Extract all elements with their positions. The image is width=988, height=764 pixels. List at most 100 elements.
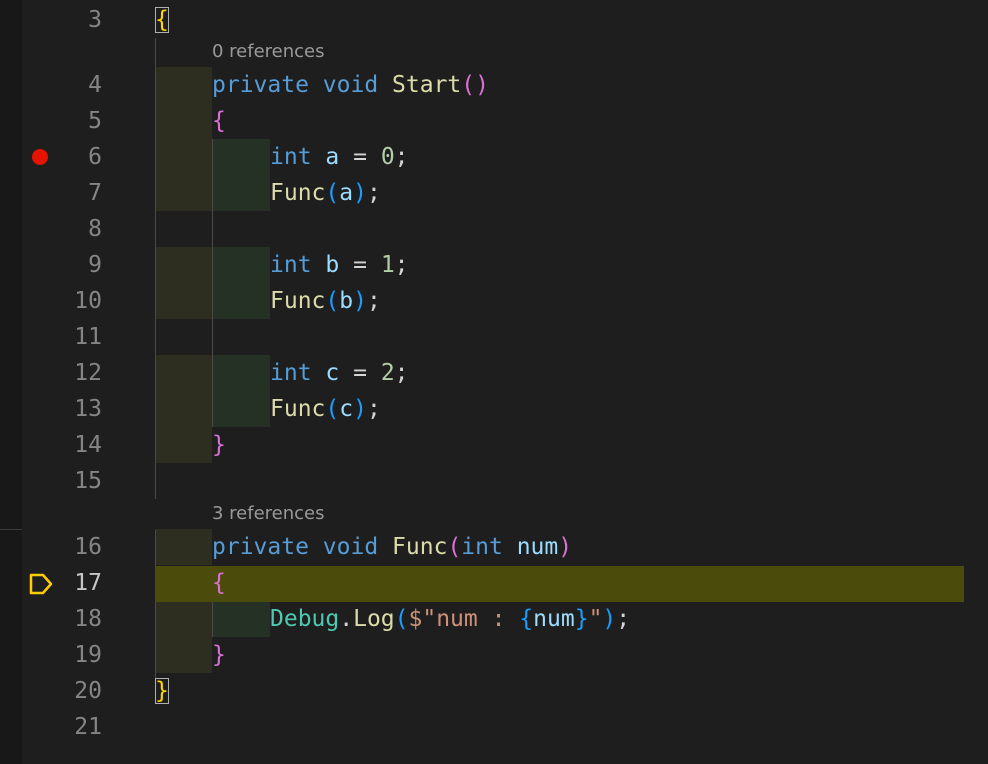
code-line[interactable]: {: [155, 2, 169, 38]
code-token: int: [270, 360, 312, 386]
code-token: }: [212, 432, 226, 458]
code-line[interactable]: Func(c);: [270, 391, 381, 427]
codelens-references[interactable]: 3 references: [212, 500, 325, 528]
code-token: (: [325, 396, 340, 422]
indent-guide-block: [155, 637, 212, 673]
code-token: ): [353, 396, 367, 422]
line-number: 7: [88, 180, 102, 206]
code-token: {: [519, 606, 534, 632]
code-token: ): [475, 72, 490, 98]
indent-guide-block: [155, 355, 212, 391]
line-number: 20: [74, 678, 102, 704]
code-line[interactable]: private void Func(int num): [212, 529, 572, 565]
code-line[interactable]: Func(a);: [270, 175, 381, 211]
line-number: 11: [74, 324, 102, 350]
line-number: 15: [74, 468, 102, 494]
code-token: (: [325, 288, 340, 314]
indent-guide-block: [212, 139, 270, 175]
indent-guide-block: [212, 601, 270, 637]
code-token: {: [155, 7, 169, 33]
code-token: .: [339, 606, 354, 632]
line-number: 8: [88, 216, 102, 242]
code-line-current[interactable]: {: [212, 565, 226, 601]
code-line[interactable]: Debug.Log($"num : {num}");: [270, 601, 630, 637]
code-line[interactable]: {: [212, 103, 226, 139]
code-token: Debug: [270, 606, 340, 632]
line-number: 3: [88, 7, 102, 33]
indent-guide-block: [155, 427, 212, 463]
code-token: b: [339, 288, 354, 314]
line-number: 19: [74, 642, 102, 668]
indent-guide-block: [212, 355, 270, 391]
indent-guide-block: [155, 67, 212, 103]
code-editor[interactable]: 3 4 5 6 7 8 9 10 11 12 13 14 15 16 17 18…: [0, 0, 988, 764]
code-token: ): [602, 606, 617, 632]
indent-guide-block: [212, 247, 270, 283]
line-number: 10: [74, 288, 102, 314]
code-token: {: [212, 570, 226, 596]
breakpoint-dot-icon[interactable]: [32, 149, 48, 165]
code-token: ;: [394, 144, 409, 170]
code-token: {: [212, 108, 226, 134]
code-token: int: [461, 534, 503, 560]
indent-guide-line: [212, 601, 213, 637]
code-token: int: [270, 144, 312, 170]
code-token: ;: [616, 606, 631, 632]
indent-guide-line: [212, 139, 213, 427]
indent-guide-block: [155, 391, 212, 427]
code-token: }: [155, 678, 169, 704]
indent-guide-block: [155, 103, 212, 139]
codelens-references[interactable]: 0 references: [212, 38, 325, 66]
code-token: ): [353, 288, 367, 314]
code-token: c: [325, 360, 340, 386]
code-token: =: [339, 360, 381, 386]
code-token: ;: [366, 396, 381, 422]
activity-strip: [0, 0, 22, 764]
indent-guide-block: [155, 283, 212, 319]
code-token: (: [325, 180, 340, 206]
code-line[interactable]: Func(b);: [270, 283, 381, 319]
code-token: Func: [270, 396, 326, 422]
code-token: (: [447, 534, 462, 560]
code-token: private: [212, 534, 309, 560]
code-line[interactable]: int a = 0;: [270, 139, 409, 175]
code-token: num: [533, 606, 575, 632]
line-number: 6: [88, 144, 102, 170]
code-token: 0: [380, 144, 395, 170]
code-token: ;: [394, 252, 409, 278]
code-token: b: [325, 252, 340, 278]
line-number: 5: [88, 108, 102, 134]
code-line[interactable]: private void Start(): [212, 67, 489, 103]
line-number: 12: [74, 360, 102, 386]
code-line[interactable]: }: [212, 427, 226, 463]
line-number-current: 17: [74, 570, 102, 596]
code-line[interactable]: }: [155, 673, 169, 709]
code-token: (: [394, 606, 409, 632]
code-line[interactable]: int b = 1;: [270, 247, 409, 283]
code-token: =: [339, 144, 381, 170]
code-line[interactable]: }: [212, 637, 226, 673]
code-token: a: [325, 144, 340, 170]
code-token: ;: [366, 288, 381, 314]
code-line[interactable]: int c = 2;: [270, 355, 409, 391]
code-token: =: [339, 252, 381, 278]
code-token: (: [461, 72, 476, 98]
indent-guide-block: [212, 391, 270, 427]
code-token: ): [353, 180, 367, 206]
code-token: a: [339, 180, 354, 206]
line-number: 13: [74, 396, 102, 422]
code-token: ": [588, 606, 603, 632]
line-number: 14: [74, 432, 102, 458]
code-token: 2: [380, 360, 395, 386]
line-number: 16: [74, 534, 102, 560]
code-token: void: [322, 72, 379, 98]
execution-pointer-icon[interactable]: [28, 572, 54, 596]
indent-guide-block: [155, 529, 212, 565]
code-token: Func: [270, 288, 326, 314]
